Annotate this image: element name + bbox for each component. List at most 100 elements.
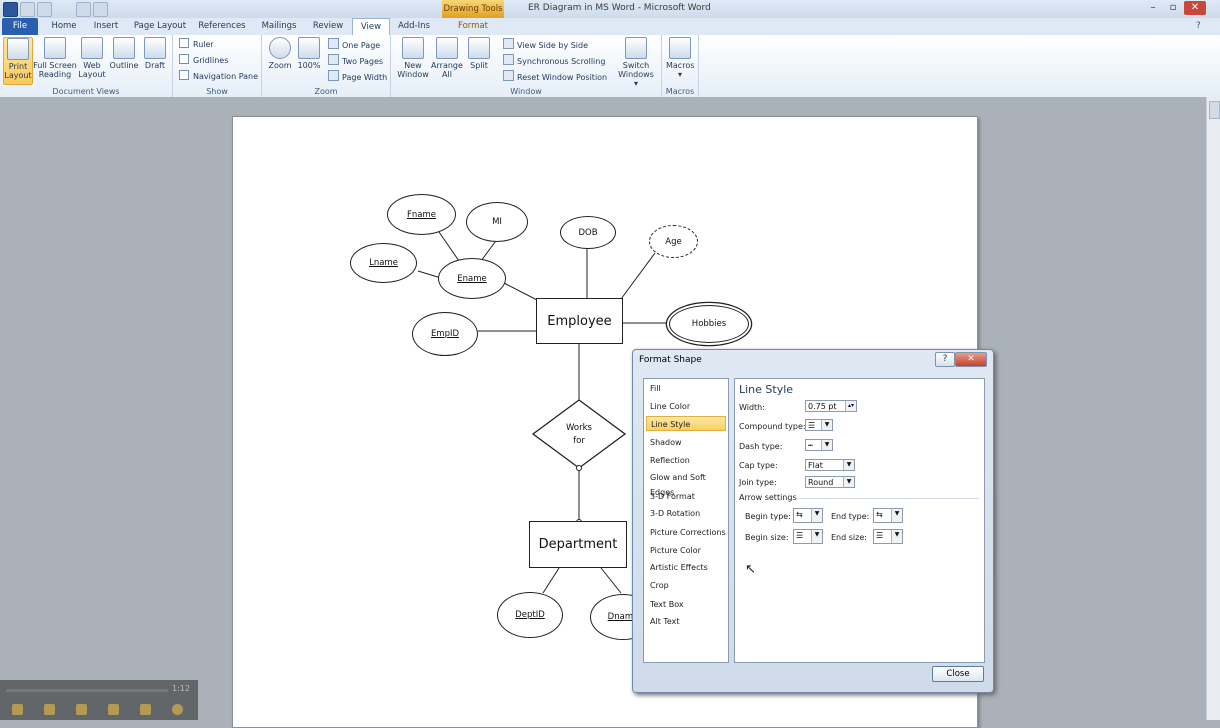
maximize-icon[interactable]: ▫: [1162, 1, 1184, 15]
mic-icon[interactable]: [76, 704, 87, 715]
page-width-icon: [328, 70, 339, 81]
full-screen-reading-button[interactable]: Full Screen Reading: [33, 37, 77, 79]
tab-insert[interactable]: Insert: [88, 18, 124, 35]
undo-icon[interactable]: [37, 2, 52, 17]
close-dialog-icon[interactable]: ✕: [955, 352, 987, 367]
category-reflection[interactable]: Reflection: [646, 453, 726, 468]
arrow-type-icon: ⇆: [876, 510, 883, 519]
pause-icon[interactable]: [44, 704, 55, 715]
category-picture-color[interactable]: Picture Color: [646, 543, 726, 558]
category-shadow[interactable]: Shadow: [646, 435, 726, 450]
category-artistic-effects[interactable]: Artistic Effects: [646, 560, 726, 575]
print-layout-icon: [7, 38, 29, 60]
redo-icon[interactable]: [76, 2, 91, 17]
width-spinner[interactable]: 0.75 pt ▴▾: [805, 400, 857, 412]
zoom-button[interactable]: Zoom: [267, 37, 293, 70]
print-layout-button[interactable]: Print Layout: [3, 37, 33, 85]
category-crop[interactable]: Crop: [646, 578, 726, 593]
gridlines-checkbox[interactable]: Gridlines: [179, 54, 228, 66]
word-icon[interactable]: [3, 2, 18, 17]
draft-button[interactable]: Draft: [142, 37, 168, 70]
help-icon[interactable]: ?: [935, 352, 955, 367]
tab-add-ins[interactable]: Add-Ins: [394, 18, 434, 35]
camera-icon[interactable]: [108, 704, 119, 715]
attribute-fname[interactable]: Fname: [387, 194, 456, 235]
entity-department[interactable]: Department: [529, 521, 627, 568]
line-department-deptid: [542, 567, 560, 594]
begin-size-dropdown[interactable]: ☰ ▼: [793, 529, 823, 544]
vertical-scrollbar[interactable]: [1206, 97, 1220, 720]
tab-home[interactable]: Home: [46, 18, 82, 35]
join-type-dropdown[interactable]: Round ▼: [805, 476, 855, 488]
view-side-by-side-button[interactable]: View Side by Side: [503, 38, 588, 50]
two-pages-button[interactable]: Two Pages: [328, 54, 383, 66]
ruler-checkbox[interactable]: Ruler: [179, 38, 214, 50]
attribute-mi[interactable]: MI: [466, 202, 528, 242]
seek-bar[interactable]: [6, 689, 168, 692]
category-glow-soft-edges[interactable]: Glow and Soft Edges: [646, 470, 726, 497]
navigation-pane-checkbox[interactable]: Navigation Pane: [179, 70, 258, 82]
category-alt-text[interactable]: Alt Text: [646, 614, 726, 629]
end-type-label: End type:: [831, 512, 870, 521]
category-line-color[interactable]: Line Color: [646, 399, 726, 414]
tab-view[interactable]: View: [352, 18, 390, 36]
begin-type-dropdown[interactable]: ⇆ ▼: [793, 508, 823, 523]
page-width-button[interactable]: Page Width: [328, 70, 387, 82]
category-line-style[interactable]: Line Style: [646, 416, 726, 431]
web-layout-button[interactable]: Web Layout: [78, 37, 106, 79]
attribute-deptid[interactable]: DeptID: [497, 592, 563, 638]
zoom-100-button[interactable]: 100%: [296, 37, 322, 70]
time-label: 1:12: [172, 684, 190, 693]
tab-references[interactable]: References: [196, 18, 248, 35]
line-department-dname: [600, 567, 622, 594]
stop-icon[interactable]: [12, 704, 23, 715]
split-button[interactable]: Split: [466, 37, 492, 70]
customize-qat-icon[interactable]: [93, 2, 108, 17]
scroll-thumb[interactable]: [1209, 101, 1220, 119]
attribute-empid[interactable]: EmpID: [412, 312, 478, 356]
switch-windows-button[interactable]: Switch Windows ▾: [617, 37, 655, 88]
attribute-age[interactable]: Age: [649, 225, 698, 258]
tab-page-layout[interactable]: Page Layout: [132, 18, 188, 35]
outline-button[interactable]: Outline: [108, 37, 140, 70]
begin-type-label: Begin type:: [745, 512, 791, 521]
attribute-ename[interactable]: Ename: [438, 258, 506, 299]
category-text-box[interactable]: Text Box: [646, 597, 726, 612]
relationship-works-for[interactable]: Works for: [549, 422, 609, 448]
undo-icon[interactable]: [140, 704, 151, 715]
arrange-all-button[interactable]: Arrange All: [431, 37, 463, 79]
dash-type-dropdown[interactable]: ┅ ▼: [805, 439, 833, 451]
one-page-button[interactable]: One Page: [328, 38, 380, 50]
category-fill[interactable]: Fill: [646, 381, 726, 396]
end-type-dropdown[interactable]: ⇆ ▼: [873, 508, 903, 523]
help-icon[interactable]: ?: [1196, 21, 1201, 31]
attribute-lname[interactable]: Lname: [350, 243, 417, 283]
new-window-button[interactable]: New Window: [395, 37, 431, 79]
category-3d-rotation[interactable]: 3-D Rotation: [646, 506, 726, 521]
close-button[interactable]: Close: [932, 666, 984, 682]
tab-file[interactable]: File: [2, 18, 38, 35]
close-window-icon[interactable]: ✕: [1184, 1, 1206, 15]
tab-mailings[interactable]: Mailings: [256, 18, 302, 35]
minimize-icon[interactable]: –: [1142, 1, 1164, 15]
attribute-dob[interactable]: DOB: [560, 216, 616, 249]
attribute-hobbies[interactable]: Hobbies: [669, 305, 749, 343]
macros-button[interactable]: Macros ▾: [666, 37, 694, 79]
synchronous-scrolling-button[interactable]: Synchronous Scrolling: [503, 54, 605, 66]
web-layout-icon: [81, 37, 103, 59]
save-icon[interactable]: [20, 2, 35, 17]
category-3d-format[interactable]: 3-D Format: [646, 489, 726, 504]
category-picture-corrections[interactable]: Picture Corrections: [646, 525, 726, 540]
reset-window-position-button[interactable]: Reset Window Position: [503, 70, 607, 82]
spinner-arrows-icon[interactable]: ▴▾: [845, 401, 856, 411]
full-screen-reading-icon: [44, 37, 66, 59]
tab-format[interactable]: Format: [450, 18, 496, 35]
cap-type-dropdown[interactable]: Flat ▼: [805, 459, 855, 471]
cancel-icon[interactable]: [172, 704, 183, 715]
chevron-down-icon: ▼: [811, 509, 822, 522]
tab-review[interactable]: Review: [310, 18, 346, 35]
category-list: Fill Line Color Line Style Shadow Reflec…: [643, 378, 729, 663]
entity-employee[interactable]: Employee: [536, 298, 623, 344]
end-size-dropdown[interactable]: ☰ ▼: [873, 529, 903, 544]
compound-type-dropdown[interactable]: ☰ ▼: [805, 419, 833, 431]
